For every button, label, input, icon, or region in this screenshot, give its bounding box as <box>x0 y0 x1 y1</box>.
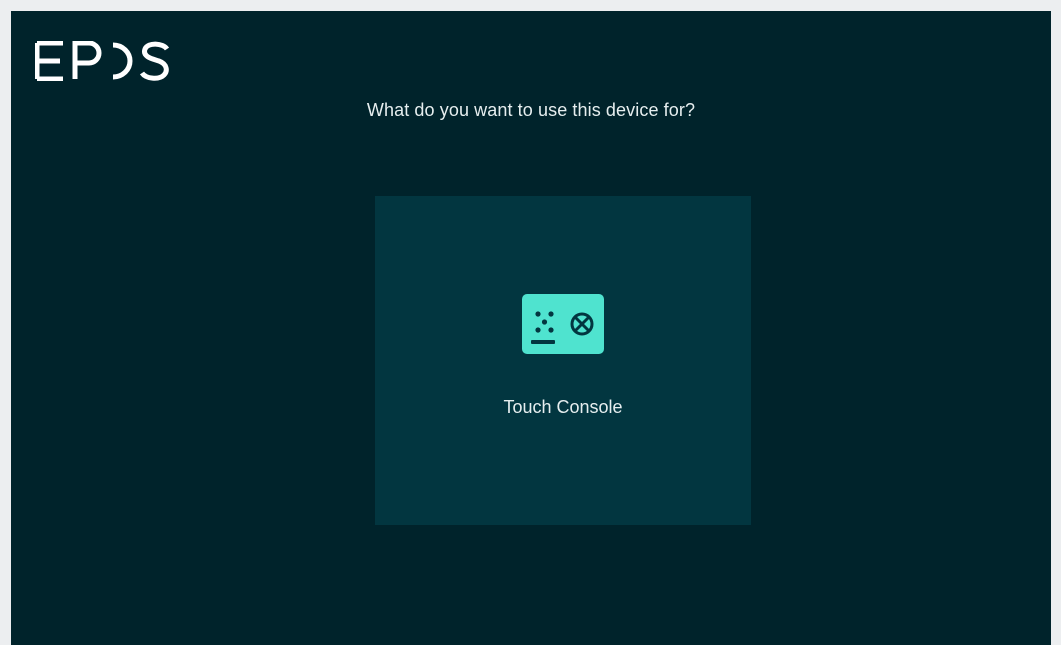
touch-console-icon <box>522 294 604 354</box>
setup-prompt: What do you want to use this device for? <box>366 100 696 120</box>
touch-console-label: Touch Console <box>503 397 623 417</box>
touch-console-option[interactable]: Touch Console <box>375 196 751 525</box>
epos-logo <box>35 41 171 81</box>
setup-screen: What do you want to use this device for?… <box>11 11 1051 645</box>
